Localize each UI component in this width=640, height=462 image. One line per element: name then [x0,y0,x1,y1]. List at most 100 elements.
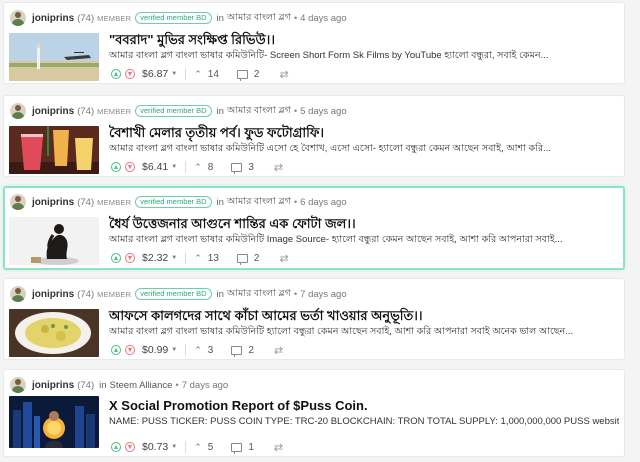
separator-dot: • [293,288,298,300]
voters-count[interactable]: ⌃ 13 [194,253,219,264]
separator-dot: • [293,196,298,208]
post-thumbnail[interactable] [9,126,99,174]
comments-count[interactable]: 2 [231,345,254,357]
post-thumbnail[interactable] [9,217,99,265]
post-card[interactable]: joniprins (74) in Steem Alliance • 7 day… [3,369,625,457]
avatar[interactable] [10,377,26,393]
post-card[interactable]: joniprins (74) MEMBER verified member BD… [3,2,625,84]
voters-count[interactable]: ⌃ 14 [194,69,219,80]
voters-count[interactable]: ⌃ 8 [194,162,213,173]
post-thumbnail[interactable] [9,33,99,81]
upvote-icon[interactable]: ▲ [111,162,121,172]
post-actions: ▲ ▼ $6.87 ▼ ⌃ 14 2 ⇄ [111,67,289,81]
separator-dot: • [293,105,298,117]
community-link[interactable]: Steem Alliance [110,380,173,391]
post-excerpt[interactable]: আমার বাংলা ব্লগ বাংলা ভাষার কমিউনিটি এসো… [109,142,619,157]
status-badge: verified member BD [135,12,212,24]
community-link[interactable]: আমার বাংলা ব্লগ [227,195,291,210]
post-excerpt[interactable]: আমার বাংলা ব্লগ বাংলা ভাষার কমিউনিটি- Sc… [109,49,619,64]
comments-count[interactable]: 2 [236,253,259,265]
author-link[interactable]: joniprins [32,13,74,24]
community-link[interactable]: আমার বাংলা ব্লগ [227,104,291,119]
payout-value[interactable]: $6.87 [142,68,168,80]
comment-icon [231,345,243,357]
downvote-icon[interactable]: ▼ [125,69,135,79]
comments-number: 1 [248,441,254,453]
payout-value[interactable]: $6.41 [142,161,168,173]
role-label: MEMBER [97,197,132,207]
reblog-icon[interactable]: ⇄ [279,68,288,81]
downvote-icon[interactable]: ▼ [125,162,135,172]
status-badge: verified member BD [135,288,212,300]
status-badge: verified member BD [135,196,212,208]
divider [185,344,187,356]
voters-icon: ⌃ [194,441,202,452]
in-label: in [216,196,224,208]
post-title[interactable]: X Social Promotion Report of $Puss Coin. [109,398,368,413]
downvote-icon[interactable]: ▼ [125,345,135,355]
comments-count[interactable]: 1 [231,441,254,454]
comments-count[interactable]: 2 [236,69,259,81]
voters-icon: ⌃ [194,68,202,79]
post-header: joniprins (74) MEMBER verified member BD… [10,103,347,119]
author-link[interactable]: joniprins [32,197,74,208]
payout-value[interactable]: $2.32 [142,252,168,264]
reputation: (74) [77,288,95,300]
reblog-icon[interactable]: ⇄ [274,161,283,174]
divider [185,161,187,173]
avatar[interactable] [10,194,26,210]
post-actions: ▲ ▼ $6.41 ▼ ⌃ 8 3 ⇄ [111,160,283,174]
voters-number: 13 [207,252,219,264]
voters-number: 14 [207,68,219,80]
post-excerpt[interactable]: NAME: PUSS TICKER: PUSS COIN TYPE: TRC-2… [109,416,619,427]
divider [185,252,187,264]
timestamp[interactable]: 7 days ago [300,289,346,300]
downvote-icon[interactable]: ▼ [125,253,135,263]
avatar[interactable] [10,103,26,119]
timestamp[interactable]: 4 days ago [300,13,346,24]
in-label: in [216,12,224,24]
post-thumbnail[interactable] [9,309,99,357]
author-link[interactable]: joniprins [32,380,74,391]
reblog-icon[interactable]: ⇄ [279,252,288,265]
author-link[interactable]: joniprins [32,106,74,117]
voters-icon: ⌃ [194,344,202,355]
post-card[interactable]: joniprins (74) MEMBER verified member BD… [3,278,625,360]
timestamp[interactable]: 6 days ago [300,197,346,208]
chevron-down-icon[interactable]: ▼ [171,255,177,261]
comments-count[interactable]: 3 [231,162,254,174]
upvote-icon[interactable]: ▲ [111,345,121,355]
post-card[interactable]: joniprins (74) MEMBER verified member BD… [3,186,625,270]
downvote-icon[interactable]: ▼ [125,442,135,452]
upvote-icon[interactable]: ▲ [111,69,121,79]
payout-value[interactable]: $0.99 [142,344,168,356]
post-header: joniprins (74) MEMBER verified member BD… [10,10,347,26]
avatar[interactable] [10,10,26,26]
voters-number: 8 [207,161,214,173]
avatar[interactable] [10,286,26,302]
reblog-icon[interactable]: ⇄ [274,441,283,454]
post-header: joniprins (74) MEMBER verified member BD… [10,286,347,302]
voters-icon: ⌃ [194,161,202,172]
post-excerpt[interactable]: আমার বাংলা ব্লগ বাংলা ভাষার কমিউনিটি Ima… [109,233,619,248]
payout-value[interactable]: $0.73 [142,441,168,453]
community-link[interactable]: আমার বাংলা ব্লগ [227,11,291,26]
upvote-icon[interactable]: ▲ [111,253,121,263]
upvote-icon[interactable]: ▲ [111,442,121,452]
reblog-icon[interactable]: ⇄ [274,344,283,357]
chevron-down-icon[interactable]: ▼ [171,71,177,77]
community-link[interactable]: আমার বাংলা ব্লগ [227,287,291,302]
timestamp[interactable]: 5 days ago [300,106,346,117]
chevron-down-icon[interactable]: ▼ [171,444,177,450]
author-link[interactable]: joniprins [32,289,74,300]
chevron-down-icon[interactable]: ▼ [171,164,177,170]
post-card[interactable]: joniprins (74) MEMBER verified member BD… [3,95,625,177]
post-thumbnail[interactable] [9,396,99,448]
post-actions: ▲ ▼ $0.99 ▼ ⌃ 3 2 ⇄ [111,343,283,357]
timestamp[interactable]: 7 days ago [182,380,228,391]
voters-count[interactable]: ⌃ 5 [194,442,213,453]
post-excerpt[interactable]: আমার বাংলা ব্লগ বাংলা ভাষার কমিউনিটি হ্য… [109,325,619,340]
comment-icon [236,253,248,265]
chevron-down-icon[interactable]: ▼ [171,347,177,353]
voters-count[interactable]: ⌃ 3 [194,345,213,356]
